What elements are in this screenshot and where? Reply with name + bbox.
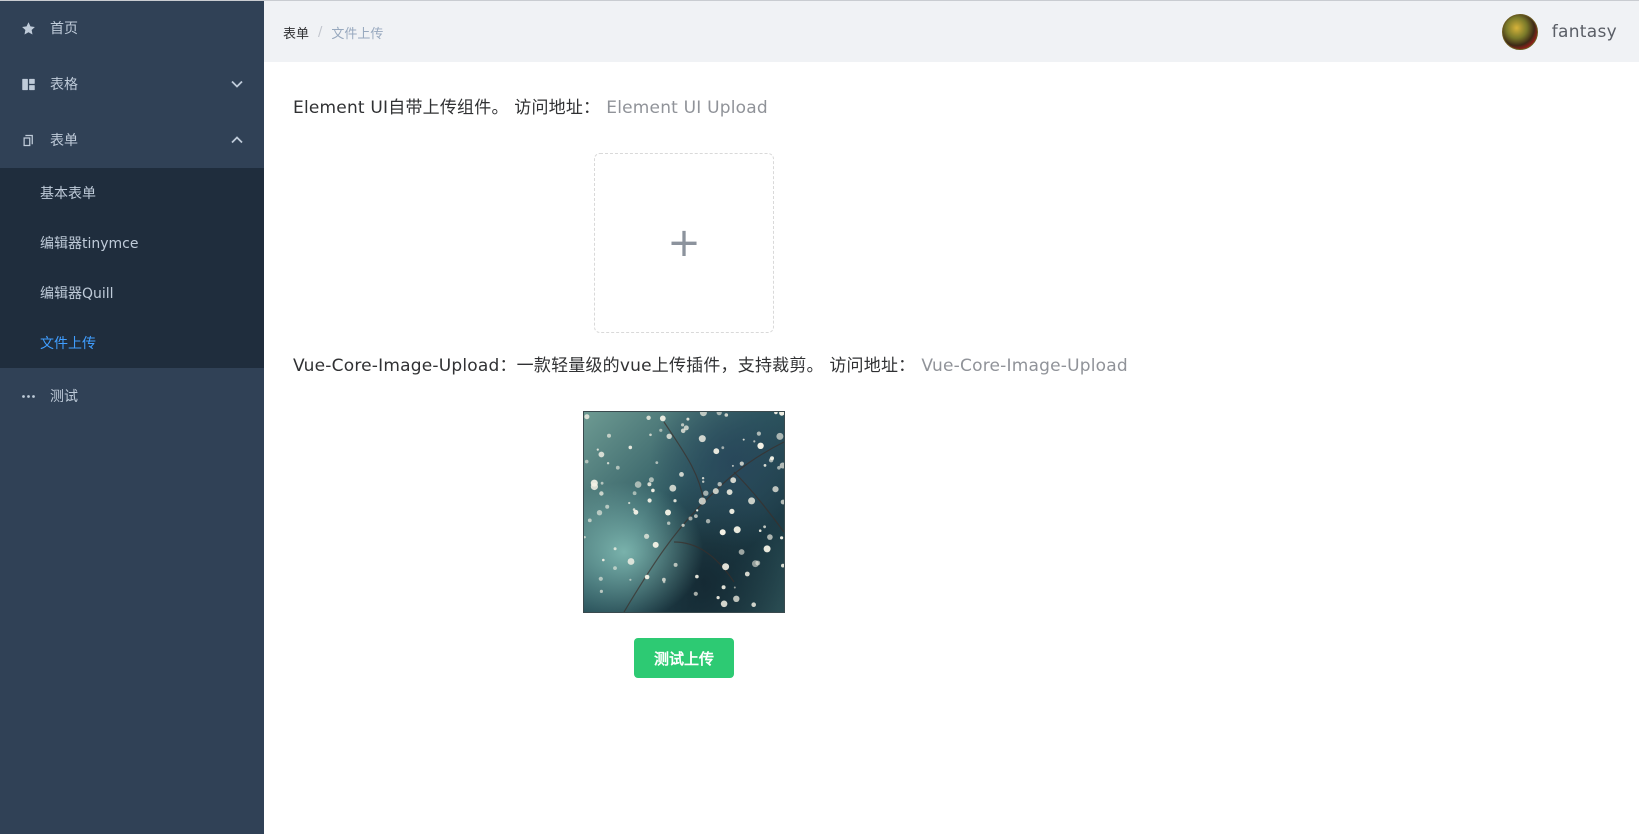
sidebar-item-label: 测试 (50, 389, 78, 405)
sidebar: 首页 表格 表单 基本表单 编辑器tinymce 编辑器Quill 文件上传 测… (0, 0, 264, 834)
sidebar-item-editor-tinymce[interactable]: 编辑器tinymce (0, 218, 264, 268)
element-upload-link[interactable]: Element UI Upload (606, 98, 768, 118)
form-submenu: 基本表单 编辑器tinymce 编辑器Quill 文件上传 (0, 168, 264, 368)
table-icon (20, 76, 36, 92)
core-upload-intro: Vue-Core-Image-Upload：一款轻量级的vue上传插件，支持裁剪… (293, 356, 1128, 376)
sidebar-item-table[interactable]: 表格 (0, 56, 264, 112)
sidebar-item-home[interactable]: 首页 (0, 0, 264, 56)
sidebar-item-label: 表格 (50, 77, 78, 93)
username[interactable]: fantasy (1552, 22, 1617, 42)
avatar-uploader[interactable]: + (594, 153, 774, 333)
window-top-border (0, 0, 1639, 1)
core-upload-link[interactable]: Vue-Core-Image-Upload (921, 356, 1127, 376)
chevron-down-icon (230, 77, 244, 91)
element-upload-intro: Element UI自带上传组件。 访问地址： Element UI Upload (293, 98, 768, 118)
breadcrumb-item[interactable]: 表单 (283, 23, 309, 42)
uploaded-image-preview (583, 411, 785, 613)
navbar: 表单 / 文件上传 fantasy (264, 1, 1639, 62)
chevron-up-icon (230, 133, 244, 147)
sidebar-item-test[interactable]: 测试 (0, 368, 264, 424)
more-icon (20, 388, 36, 404)
form-icon (20, 132, 36, 148)
breadcrumb-item-current: 文件上传 (331, 27, 384, 42)
sidebar-item-file-upload[interactable]: 文件上传 (0, 318, 264, 368)
user-dropdown[interactable]: fantasy (1501, 14, 1617, 50)
sidebar-item-label: 首页 (50, 21, 78, 37)
breadcrumb: 表单 / 文件上传 (283, 23, 383, 42)
breadcrumb-separator: / (318, 25, 323, 40)
blossom-image (584, 412, 784, 612)
test-upload-button[interactable]: 测试上传 (634, 638, 734, 678)
sidebar-item-basic-form[interactable]: 基本表单 (0, 168, 264, 218)
avatar[interactable] (1501, 14, 1538, 50)
app-main: Element UI自带上传组件。 访问地址： Element UI Upload… (264, 62, 1639, 834)
sidebar-item-editor-quill[interactable]: 编辑器Quill (0, 268, 264, 318)
sidebar-item-form[interactable]: 表单 (0, 112, 264, 168)
plus-icon: + (667, 220, 701, 266)
sidebar-item-label: 表单 (50, 133, 78, 149)
star-icon (20, 20, 36, 36)
